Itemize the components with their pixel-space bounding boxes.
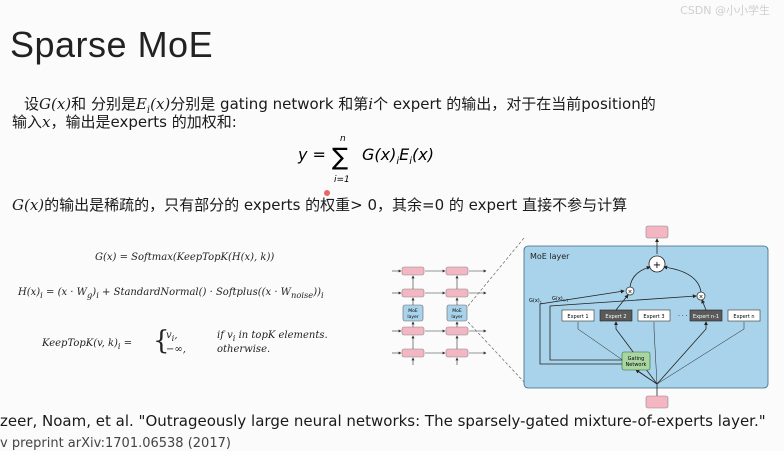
input-token-box [645,395,669,409]
description-line-2: 输入x，输出是experts 的加权和: [12,111,237,132]
watermark: CSDN @小小学生 [680,4,770,17]
citation-line-1: zeer, Noam, et al. "Outrageously large n… [0,412,766,430]
output-token-box [645,225,669,239]
description-line-3: G(x)的输出是稀疏的，只有部分的 experts 的权重> 0，其余=0 的 … [12,194,627,215]
slide-title: Sparse MoE [10,24,214,65]
token-box [445,266,469,276]
token-box [401,326,425,336]
equation-hx: H(x)i = (x · Wg)i + StandardNormal() · S… [18,287,324,300]
token-box [445,326,469,336]
moe-label: layer [407,314,418,320]
formula-lhs: y = [297,145,326,164]
moe-label: layer [451,314,462,320]
text: 个 expert 的输出，对于在当前position的 [373,95,656,113]
token-box [401,288,425,298]
expert-label: Expert n-1 [693,314,719,320]
text: 输入 [12,113,43,131]
text: ，输出是experts 的加权和: [50,113,237,131]
moe-layer-label: MoE layer [530,252,570,261]
token-box [445,288,469,298]
ellipsis: · · · [678,313,688,320]
moe-layer-diagram: MoE layer + × × G(x)1 G(x)n-1 Expert 1 E… [523,225,769,409]
sum-formula: y = n ∑ i=1 G(x)iEi(x) [297,134,434,185]
expert-label: Expert 1 [567,314,588,320]
equation-gx: G(x) = Softmax(KeepTopK(H(x), k)) [95,252,275,263]
expert-label: Expert 2 [605,314,626,320]
formula-lower: i=1 [334,175,350,185]
times-icon: × [698,294,703,301]
expert-label: Expert n [733,314,754,320]
plus-icon: + [653,260,661,271]
text: 的输出是稀疏的，只有部分的 experts 的权重> 0，其余=0 的 expe… [44,196,628,214]
times-icon: × [627,289,632,296]
moe-label: MoE [452,308,462,314]
token-box [401,348,425,358]
token-box [445,348,469,358]
formula-body: G(x)iEi(x) [362,145,434,167]
expert-label: Expert 3 [643,314,664,320]
token-box [401,266,425,276]
moe-label: MoE [408,308,418,314]
gating-label: Network [626,362,647,368]
sigma-icon: ∑ [332,143,348,171]
math-gx: G(x) [12,196,45,214]
